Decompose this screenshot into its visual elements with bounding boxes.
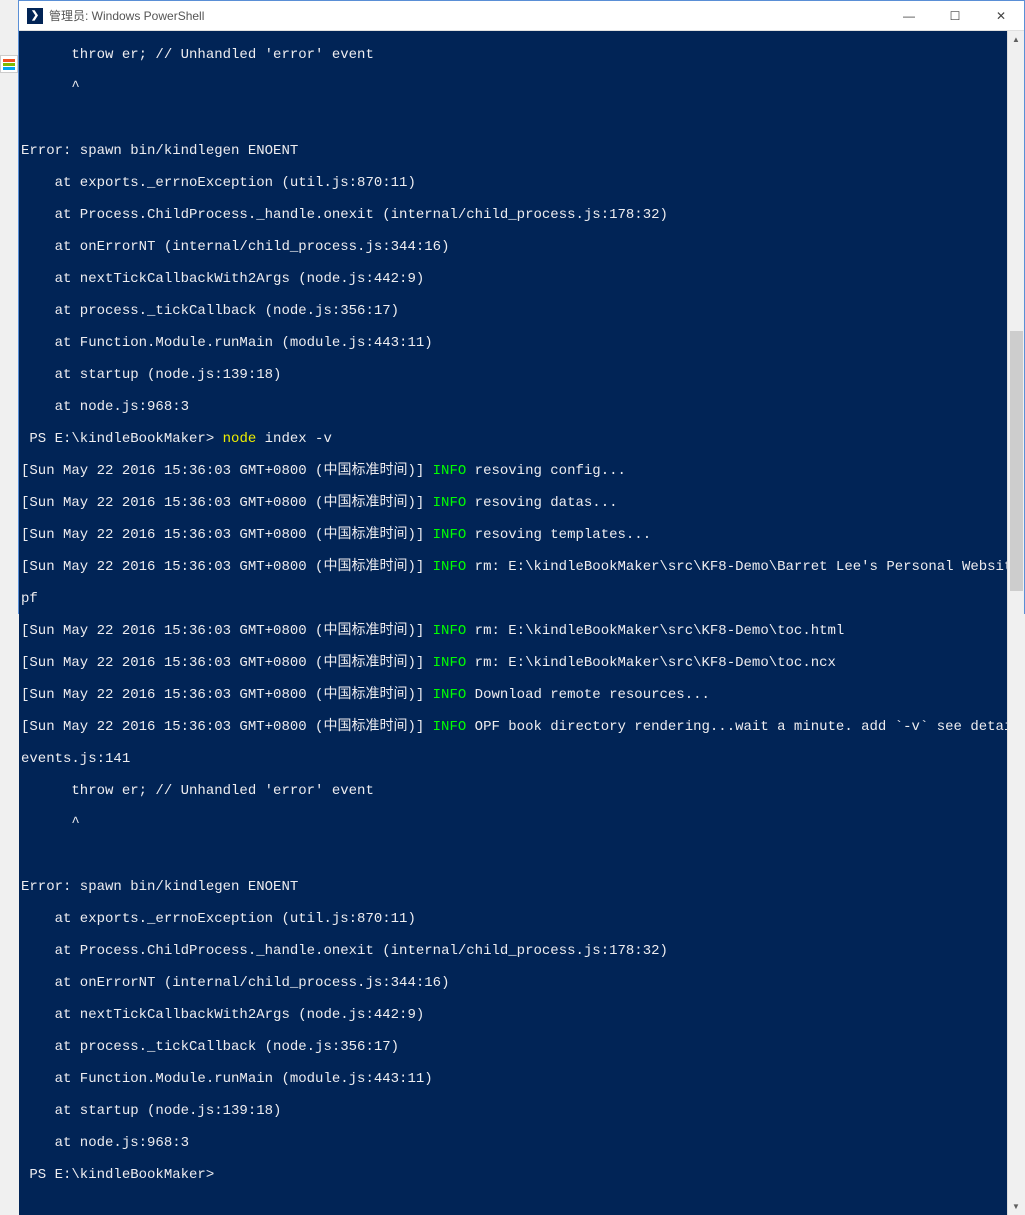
window-controls: — ☐ ✕ (886, 1, 1024, 30)
log-level: INFO (433, 623, 467, 639)
scrollbar-thumb[interactable] (1010, 331, 1023, 591)
output-line: ^ (21, 79, 1007, 95)
log-line: [Sun May 22 2016 15:36:03 GMT+0800 (中国标准… (21, 495, 1007, 511)
log-msg: rm: E:\kindleBookMaker\src\KF8-Demo\toc.… (466, 655, 836, 671)
output-line: at startup (node.js:139:18) (21, 367, 1007, 383)
output-line: Error: spawn bin/kindlegen ENOENT (21, 143, 1007, 159)
log-level: INFO (433, 655, 467, 671)
output-line: ^ (21, 815, 1007, 831)
log-ts: [Sun May 22 2016 15:36:03 GMT+0800 (中国标准… (21, 463, 433, 479)
output-line (21, 847, 1007, 863)
minimize-button[interactable]: — (886, 1, 932, 30)
output-line: at Function.Module.runMain (module.js:44… (21, 335, 1007, 351)
output-line: at onErrorNT (internal/child_process.js:… (21, 975, 1007, 991)
maximize-button[interactable]: ☐ (932, 1, 978, 30)
output-line: pf (21, 591, 1007, 607)
log-msg: OPF book directory rendering...wait a mi… (466, 719, 1007, 735)
terminal-output[interactable]: throw er; // Unhandled 'error' event ^ E… (19, 31, 1007, 1215)
log-ts: [Sun May 22 2016 15:36:03 GMT+0800 (中国标准… (21, 559, 433, 575)
log-level: INFO (433, 495, 467, 511)
output-line: throw er; // Unhandled 'error' event (21, 47, 1007, 63)
log-ts: [Sun May 22 2016 15:36:03 GMT+0800 (中国标准… (21, 687, 433, 703)
command-args: index -v (256, 431, 332, 447)
output-line: at node.js:968:3 (21, 1135, 1007, 1151)
log-level: INFO (433, 559, 467, 575)
log-line: [Sun May 22 2016 15:36:03 GMT+0800 (中国标准… (21, 655, 1007, 671)
log-level: INFO (433, 719, 467, 735)
log-level: INFO (433, 687, 467, 703)
output-line: at nextTickCallbackWith2Args (node.js:44… (21, 1007, 1007, 1023)
taskbar-background-icon (0, 55, 18, 73)
titlebar[interactable]: ❯ 管理员: Windows PowerShell — ☐ ✕ (19, 1, 1024, 31)
powershell-window: ❯ 管理员: Windows PowerShell — ☐ ✕ throw er… (18, 0, 1025, 614)
output-line: at onErrorNT (internal/child_process.js:… (21, 239, 1007, 255)
log-line: [Sun May 22 2016 15:36:03 GMT+0800 (中国标准… (21, 687, 1007, 703)
log-msg: resoving config... (466, 463, 626, 479)
output-line: at process._tickCallback (node.js:356:17… (21, 1039, 1007, 1055)
log-msg: Download remote resources... (466, 687, 710, 703)
scroll-up-icon[interactable]: ▲ (1008, 31, 1024, 48)
output-line: Error: spawn bin/kindlegen ENOENT (21, 879, 1007, 895)
log-line: [Sun May 22 2016 15:36:03 GMT+0800 (中国标准… (21, 559, 1007, 575)
log-ts: [Sun May 22 2016 15:36:03 GMT+0800 (中国标准… (21, 623, 433, 639)
output-line: at Function.Module.runMain (module.js:44… (21, 1071, 1007, 1087)
log-msg: rm: E:\kindleBookMaker\src\KF8-Demo\Barr… (466, 559, 1007, 575)
vertical-scrollbar[interactable]: ▲ ▼ (1007, 31, 1024, 1215)
prompt-line: PS E:\kindleBookMaker> node index -v (21, 431, 1007, 447)
log-line: [Sun May 22 2016 15:36:03 GMT+0800 (中国标准… (21, 719, 1007, 735)
window-title: 管理员: Windows PowerShell (49, 7, 204, 24)
output-line: at Process.ChildProcess._handle.onexit (… (21, 207, 1007, 223)
log-line: [Sun May 22 2016 15:36:03 GMT+0800 (中国标准… (21, 463, 1007, 479)
log-line: [Sun May 22 2016 15:36:03 GMT+0800 (中国标准… (21, 623, 1007, 639)
log-msg: resoving datas... (466, 495, 617, 511)
log-level: INFO (433, 463, 467, 479)
log-ts: [Sun May 22 2016 15:36:03 GMT+0800 (中国标准… (21, 495, 433, 511)
log-msg: resoving templates... (466, 527, 651, 543)
scroll-down-icon[interactable]: ▼ (1008, 1198, 1024, 1215)
log-msg: rm: E:\kindleBookMaker\src\KF8-Demo\toc.… (466, 623, 844, 639)
log-line: [Sun May 22 2016 15:36:03 GMT+0800 (中国标准… (21, 527, 1007, 543)
output-line: at startup (node.js:139:18) (21, 1103, 1007, 1119)
output-line (21, 111, 1007, 127)
output-line: at Process.ChildProcess._handle.onexit (… (21, 943, 1007, 959)
log-ts: [Sun May 22 2016 15:36:03 GMT+0800 (中国标准… (21, 719, 433, 735)
output-line: at process._tickCallback (node.js:356:17… (21, 303, 1007, 319)
log-ts: [Sun May 22 2016 15:36:03 GMT+0800 (中国标准… (21, 527, 433, 543)
output-line: at nextTickCallbackWith2Args (node.js:44… (21, 271, 1007, 287)
close-button[interactable]: ✕ (978, 1, 1024, 30)
output-line: at node.js:968:3 (21, 399, 1007, 415)
output-line: events.js:141 (21, 751, 1007, 767)
output-line: at exports._errnoException (util.js:870:… (21, 911, 1007, 927)
powershell-icon: ❯ (27, 8, 43, 24)
prompt-text: PS E:\kindleBookMaker> (21, 431, 223, 447)
log-ts: [Sun May 22 2016 15:36:03 GMT+0800 (中国标准… (21, 655, 433, 671)
prompt-line[interactable]: PS E:\kindleBookMaker> (21, 1167, 1007, 1183)
log-level: INFO (433, 527, 467, 543)
output-line: throw er; // Unhandled 'error' event (21, 783, 1007, 799)
output-line: at exports._errnoException (util.js:870:… (21, 175, 1007, 191)
terminal-container: throw er; // Unhandled 'error' event ^ E… (19, 31, 1024, 1215)
command-node: node (223, 431, 257, 447)
